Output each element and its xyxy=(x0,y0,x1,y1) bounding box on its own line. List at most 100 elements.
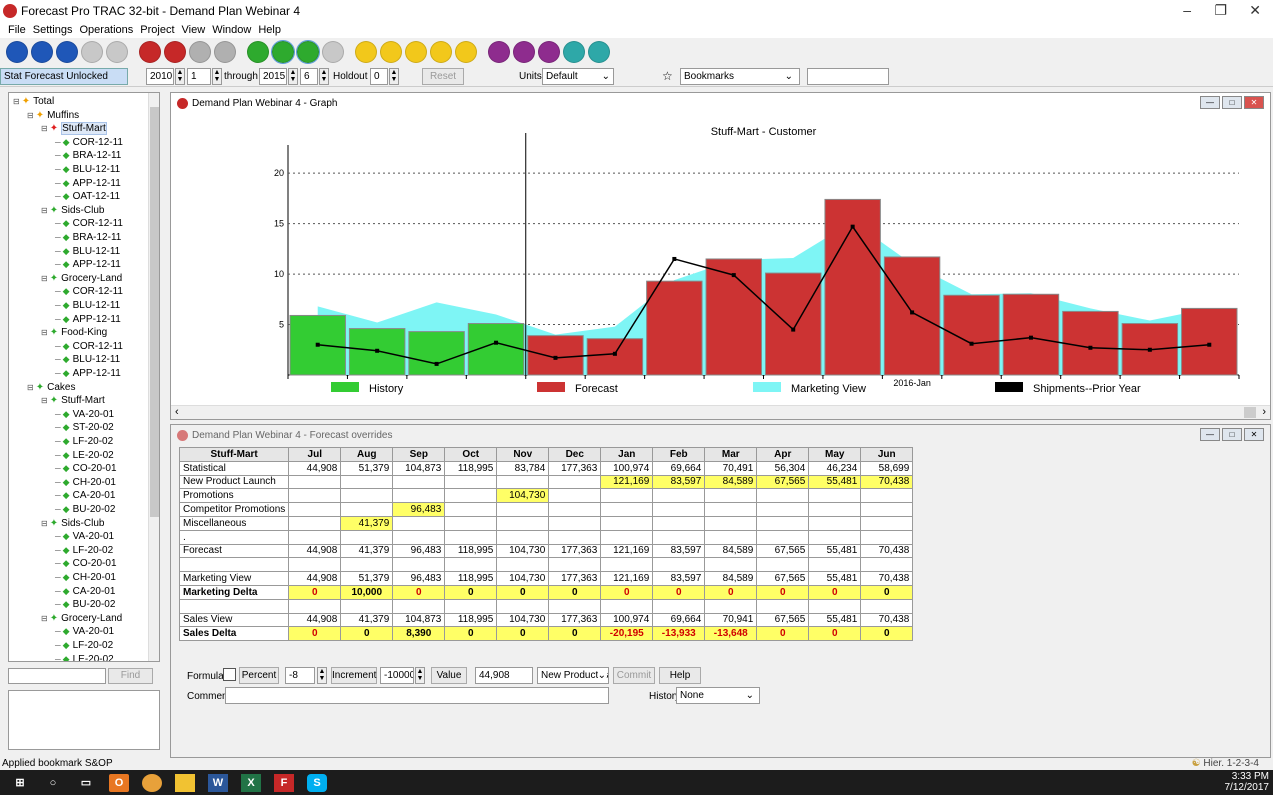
grid-cell[interactable] xyxy=(288,488,342,504)
grid-cell[interactable]: 8,390 xyxy=(392,626,446,642)
bookmark-extra-field[interactable] xyxy=(807,68,889,85)
grid-cell[interactable]: -13,933 xyxy=(652,626,706,642)
tree-node[interactable]: ─ ◆ LE-20-02 xyxy=(55,449,114,462)
grid-cell[interactable] xyxy=(288,557,342,573)
to-year-input[interactable]: 2015 xyxy=(259,68,287,85)
increment-button[interactable]: Increment xyxy=(331,667,377,684)
grid-cell[interactable]: 41,379 xyxy=(340,612,394,628)
history-bar[interactable] xyxy=(408,331,465,376)
collapse-icon[interactable]: ⊟ xyxy=(41,206,48,215)
grid-cell[interactable] xyxy=(808,515,862,531)
grid-cell[interactable]: 0 xyxy=(444,626,498,642)
grid-cell[interactable] xyxy=(392,529,446,545)
grid-cell[interactable] xyxy=(288,529,342,545)
grid-cell[interactable]: 0 xyxy=(496,584,550,600)
grid-cell[interactable] xyxy=(392,474,446,490)
grid-cell[interactable] xyxy=(600,529,654,545)
tree-node[interactable]: ⊟ ✦ Grocery-Land xyxy=(41,272,122,285)
tree-node[interactable]: ⊟ ✦ Sids-Club xyxy=(41,204,104,217)
grid-cell[interactable]: 10,000 xyxy=(340,584,394,600)
edit-icon[interactable] xyxy=(430,41,452,63)
grid-cell[interactable]: 100,974 xyxy=(600,460,654,476)
grid-cell[interactable]: 44,908 xyxy=(288,460,342,476)
grid-cell[interactable]: 44,908 xyxy=(288,612,342,628)
tree-node[interactable]: ─ ◆ LF-20-02 xyxy=(55,435,113,448)
grid-cell[interactable] xyxy=(600,598,654,614)
grid-cell[interactable] xyxy=(652,502,706,517)
grid-cell[interactable]: 0 xyxy=(860,584,914,600)
grid-cell[interactable] xyxy=(548,474,602,490)
collapse-icon[interactable]: ⊟ xyxy=(13,97,20,106)
grid-cell[interactable]: 84,589 xyxy=(704,543,758,559)
grid-cell[interactable]: 0 xyxy=(860,626,914,642)
grid-cell[interactable] xyxy=(704,502,758,517)
holdout-spinner[interactable]: ▲ ▼ xyxy=(389,68,399,85)
tree-node[interactable]: ─ ◆ CA-20-01 xyxy=(55,585,115,598)
grid-cell[interactable] xyxy=(340,474,394,490)
grid-cell[interactable]: 44,908 xyxy=(288,543,342,559)
grid-cell[interactable]: 177,363 xyxy=(548,543,602,559)
grid-cell[interactable] xyxy=(340,598,394,614)
from-year-spinner[interactable]: ▲ ▼ xyxy=(175,68,185,85)
excel-icon[interactable]: X xyxy=(241,773,261,792)
forecast-bar[interactable] xyxy=(943,294,1000,376)
grid-cell[interactable]: 83,597 xyxy=(652,571,706,586)
file-explorer-icon[interactable] xyxy=(175,773,195,792)
chrome-icon[interactable] xyxy=(142,773,162,792)
grid-cell[interactable]: 0 xyxy=(340,626,394,642)
grid-cell[interactable]: 70,491 xyxy=(704,460,758,476)
forecast-bar[interactable] xyxy=(1181,307,1238,376)
grid-cell[interactable] xyxy=(496,598,550,614)
grid-cell[interactable] xyxy=(808,529,862,545)
tree-node[interactable]: ─ ◆ BU-20-02 xyxy=(55,503,115,516)
commit-button[interactable]: Commit xyxy=(613,667,655,684)
tree-node[interactable]: ─ ◆ APP-12-11 xyxy=(55,258,121,271)
comment-input[interactable] xyxy=(225,687,609,704)
grid-cell[interactable] xyxy=(340,502,394,517)
grid-cell[interactable] xyxy=(808,557,862,573)
grid-cell[interactable] xyxy=(808,502,862,517)
tree-scroll-thumb[interactable] xyxy=(150,107,159,517)
grid-cell[interactable]: 0 xyxy=(808,584,862,600)
increment-input[interactable]: -10000 xyxy=(380,667,414,684)
word-icon[interactable]: W xyxy=(208,773,228,792)
menu-operations[interactable]: Operations xyxy=(79,24,133,36)
tree-node[interactable]: ─ ◆ APP-12-11 xyxy=(55,313,121,326)
tree-node[interactable]: ─ ◆ BRA-12-11 xyxy=(55,149,121,162)
grid-cell[interactable] xyxy=(444,474,498,490)
task-view-icon[interactable]: ▭ xyxy=(76,774,96,792)
graph-restore-button[interactable]: □ xyxy=(1222,96,1242,109)
grid-cell[interactable]: 104,730 xyxy=(496,571,550,586)
forecast-bar[interactable] xyxy=(1062,310,1119,376)
grid-cell[interactable] xyxy=(548,502,602,517)
menu-window[interactable]: Window xyxy=(212,24,251,36)
grid-cell[interactable] xyxy=(548,529,602,545)
increment-spinner[interactable]: ▲ ▼ xyxy=(415,667,425,684)
find-button[interactable]: Find xyxy=(108,668,153,684)
grid-cell[interactable]: 83,597 xyxy=(652,543,706,559)
grid-cell[interactable]: 0 xyxy=(548,626,602,642)
holdout-input[interactable]: 0 xyxy=(370,68,388,85)
grid-cell[interactable]: 46,234 xyxy=(808,460,862,476)
tools-icon[interactable] xyxy=(588,41,610,63)
grid-cell[interactable] xyxy=(496,529,550,545)
forecast-bar[interactable] xyxy=(765,272,822,376)
grid-cell[interactable] xyxy=(496,515,550,531)
grid-cell[interactable] xyxy=(704,515,758,531)
grid-cell[interactable]: 67,565 xyxy=(756,474,810,490)
grid-close-button[interactable]: ✕ xyxy=(1244,428,1264,441)
grid-cell[interactable] xyxy=(756,529,810,545)
grid-cell[interactable] xyxy=(860,515,914,531)
grid-cell[interactable]: 70,438 xyxy=(860,612,914,628)
month-column-header[interactable]: Aug xyxy=(340,447,394,462)
grid-cell[interactable] xyxy=(548,515,602,531)
grid-cell[interactable]: 121,169 xyxy=(600,474,654,490)
grid-cell[interactable]: 84,589 xyxy=(704,571,758,586)
outlook-icon[interactable]: O xyxy=(109,773,129,792)
tree-node[interactable]: ─ ◆ BLU-12-11 xyxy=(55,163,120,176)
graph-horizontal-scrollbar[interactable]: ‹ › xyxy=(171,405,1270,419)
forecast-bar[interactable] xyxy=(527,335,584,376)
tree-node[interactable]: ⊟ ✦ Sids-Club xyxy=(41,517,104,530)
grid-cell[interactable]: 96,483 xyxy=(392,543,446,559)
menu-file[interactable]: File xyxy=(8,24,26,36)
